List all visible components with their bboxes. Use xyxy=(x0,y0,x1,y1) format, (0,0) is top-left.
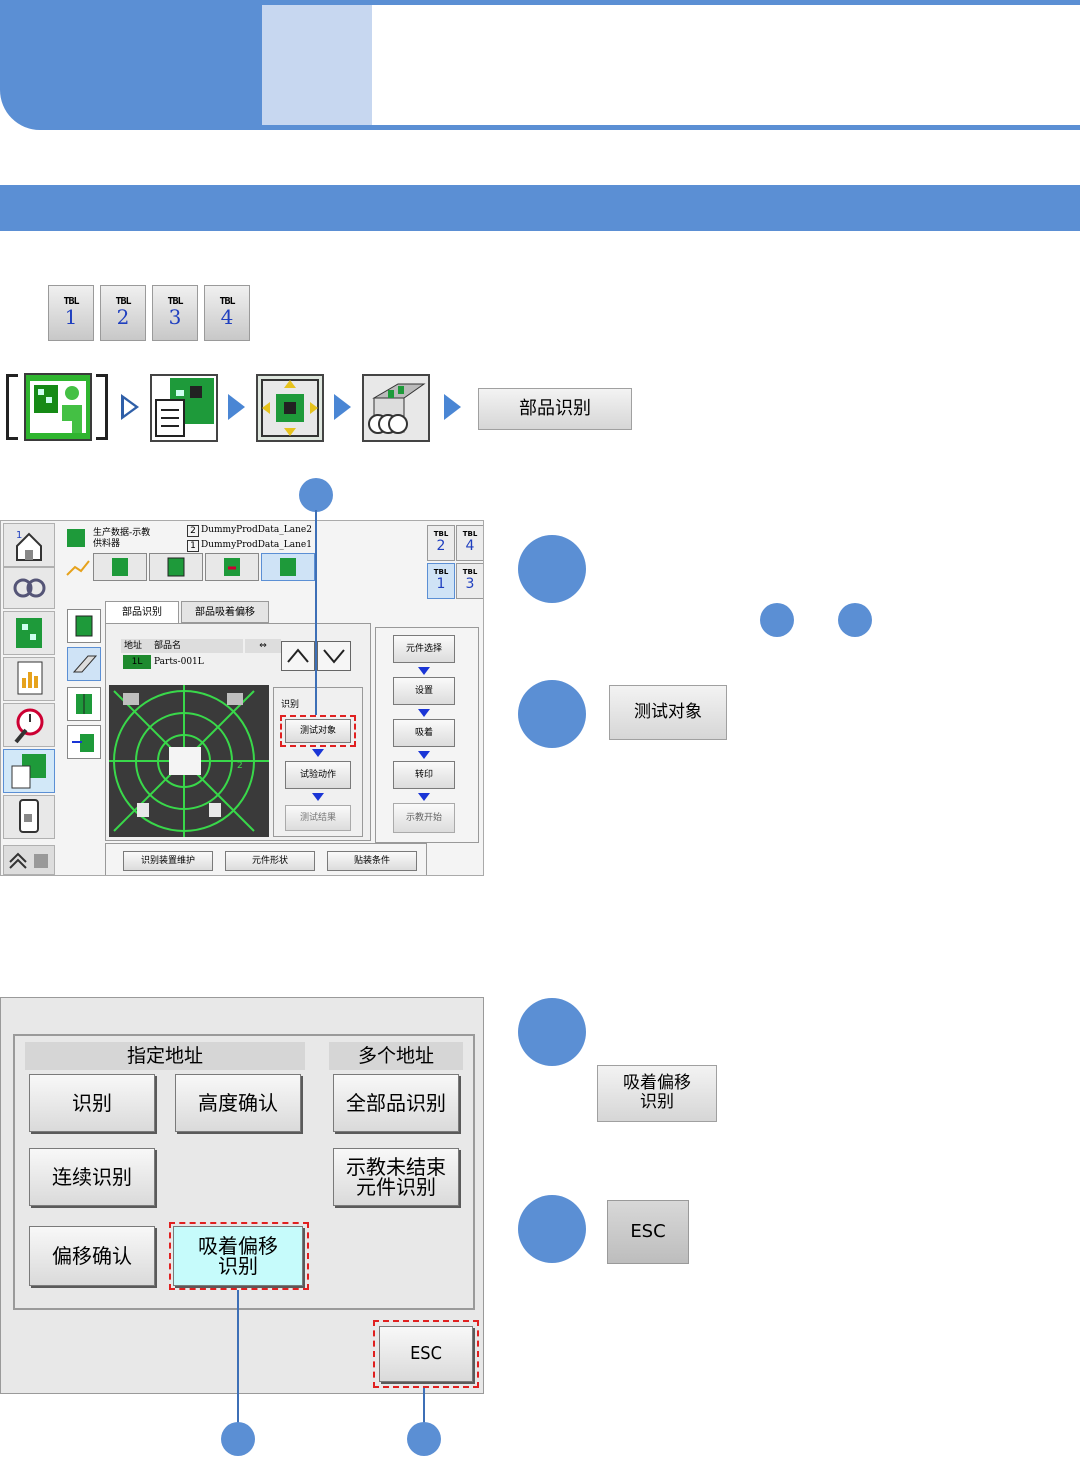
transfer-button[interactable]: 转印 xyxy=(393,761,455,789)
highlight-test-target xyxy=(280,715,356,747)
recognize-button[interactable]: 识别 xyxy=(29,1074,155,1132)
production-person-icon[interactable] xyxy=(24,373,92,441)
production-data-icon[interactable] xyxy=(3,611,55,655)
address-value: 1L xyxy=(123,655,151,669)
down-arrow xyxy=(418,667,430,675)
offset-icon[interactable] xyxy=(67,725,101,759)
step-pick-offset-button[interactable]: 吸着偏移 识别 xyxy=(597,1065,717,1122)
down-arrow xyxy=(418,709,430,717)
sync-icon[interactable] xyxy=(3,567,55,609)
toolbar-move-button[interactable] xyxy=(261,553,315,581)
tbl-2-button[interactable]: TBL 2 xyxy=(100,285,146,341)
machine-icon[interactable] xyxy=(3,795,55,839)
continuous-recognize-button[interactable]: 连续识别 xyxy=(29,1148,155,1206)
camera-view: 2 xyxy=(109,685,269,837)
data-sheet-icon[interactable] xyxy=(150,374,218,442)
tbl-3-button[interactable]: TBL 3 xyxy=(152,285,198,341)
setting-button[interactable]: 设置 xyxy=(393,677,455,705)
page-up-icon[interactable] xyxy=(3,845,55,875)
down-arrow xyxy=(312,793,324,801)
graph-icon xyxy=(63,555,93,579)
unfinished-teach-recognize-button[interactable]: 示教未结束 元件识别 xyxy=(333,1148,459,1206)
pickup-button[interactable]: 吸着 xyxy=(393,719,455,747)
measure-icon[interactable] xyxy=(67,609,101,643)
inline-marker-b xyxy=(838,603,872,637)
inline-marker-a xyxy=(760,603,794,637)
recognition-maintenance-button[interactable]: 识别装置维护 xyxy=(123,851,213,871)
section-bar xyxy=(0,185,1080,231)
header-accent-block xyxy=(0,0,262,130)
callout-marker-2 xyxy=(221,1422,255,1456)
part-name-value: Parts-001L xyxy=(154,657,204,667)
bracket-left xyxy=(6,374,18,440)
nav-arrow-3 xyxy=(334,394,351,420)
toolbar-edit-button[interactable] xyxy=(93,553,147,581)
height-confirm-button[interactable]: 高度确认 xyxy=(175,1074,301,1132)
down-arrow xyxy=(418,793,430,801)
maintenance-clock-icon[interactable] xyxy=(3,703,55,747)
component-shape-button[interactable]: 元件形状 xyxy=(225,851,315,871)
svg-text:1: 1 xyxy=(16,530,22,541)
test-action-button[interactable]: 试验动作 xyxy=(285,761,351,789)
down-arrow xyxy=(312,749,324,757)
scroll-down-button[interactable] xyxy=(317,641,351,671)
toolbar-transfer-button[interactable] xyxy=(205,553,259,581)
down-arrow xyxy=(418,751,430,759)
tab-component-recognition[interactable]: 部品识别 xyxy=(105,601,179,623)
screenshot-recognition-panel: 1 生产数据-示教 供料器 2 DummyProdData_Lane2 1 Du… xyxy=(0,520,484,876)
shot1-tbl-2[interactable]: TBL 2 xyxy=(427,525,455,561)
header-bottom-rule xyxy=(262,125,1080,130)
feeder-small-icon[interactable] xyxy=(67,647,101,681)
toolbar-board-button[interactable] xyxy=(149,553,203,581)
production-edit-icon[interactable] xyxy=(3,749,55,793)
shot1-tbl-4[interactable]: TBL 4 xyxy=(456,525,483,561)
bracket-right xyxy=(96,374,108,440)
callout-marker-3 xyxy=(407,1422,441,1456)
specified-address-header: 指定地址 xyxy=(25,1042,305,1070)
tab-pick-offset[interactable]: 部品吸着偏移 xyxy=(181,601,269,623)
step-marker-1 xyxy=(518,535,586,603)
step-marker-4 xyxy=(518,1195,586,1263)
offset-confirm-button[interactable]: 偏移确认 xyxy=(29,1226,155,1286)
callout-line-1 xyxy=(315,510,317,715)
production-small-icon xyxy=(67,529,85,547)
shot1-tbl-3[interactable]: TBL 3 xyxy=(456,563,483,599)
highlight-esc xyxy=(373,1320,479,1388)
teach-start-button[interactable]: 示教开始 xyxy=(393,803,455,833)
nav-arrow-2 xyxy=(228,394,245,420)
screenshot-recognition-menu: 指定地址 多个地址 识别 高度确认 全部品识别 连续识别 示教未结束 元件识别 … xyxy=(0,997,484,1394)
test-result-button[interactable]: 测试结果 xyxy=(285,805,351,831)
nav-arrow-4 xyxy=(444,394,461,420)
step-esc-button[interactable]: ESC xyxy=(607,1200,689,1264)
shot1-tbl-1[interactable]: TBL 1 xyxy=(427,563,455,599)
scroll-up-button[interactable] xyxy=(281,641,315,671)
tbl-1-button[interactable]: TBL 1 xyxy=(48,285,94,341)
tbl-4-button[interactable]: TBL 4 xyxy=(204,285,250,341)
component-recognition-button[interactable]: 部品识别 xyxy=(478,388,632,430)
multiple-address-header: 多个地址 xyxy=(329,1042,463,1070)
feeder-icon[interactable] xyxy=(362,374,430,442)
chart-report-icon[interactable] xyxy=(3,657,55,701)
step-test-target-button[interactable]: 测试对象 xyxy=(609,685,727,740)
step-marker-2 xyxy=(518,680,586,748)
step-marker-3 xyxy=(518,998,586,1066)
component-select-button[interactable]: 元件选择 xyxy=(393,635,455,663)
header-light-block xyxy=(262,5,372,125)
production-info: 生产数据-示教 供料器 xyxy=(63,525,183,555)
highlight-pick-offset xyxy=(169,1222,309,1290)
callout-line-3 xyxy=(423,1388,425,1426)
component-move-icon[interactable] xyxy=(256,374,324,442)
home-icon[interactable]: 1 xyxy=(3,523,55,567)
mount-condition-button[interactable]: 贴装条件 xyxy=(327,851,417,871)
all-components-recognize-button[interactable]: 全部品识别 xyxy=(333,1074,459,1132)
nozzle-icon[interactable] xyxy=(67,687,101,721)
callout-marker-1 xyxy=(299,478,333,512)
header-top-rule xyxy=(262,0,1080,5)
callout-line-2 xyxy=(237,1290,239,1426)
